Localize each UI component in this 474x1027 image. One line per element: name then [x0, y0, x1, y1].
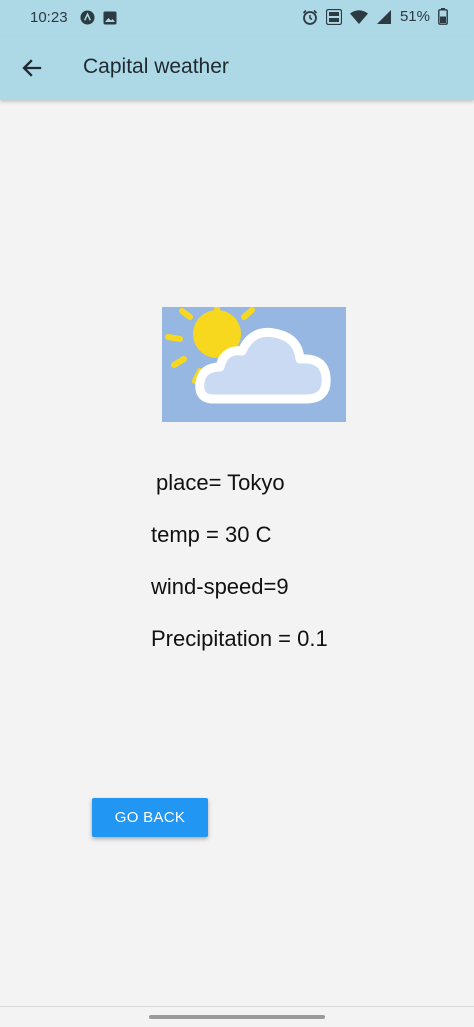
precipitation-text: Precipitation = 0.1	[151, 626, 328, 651]
signal-icon	[376, 9, 391, 24]
wifi-icon	[349, 9, 368, 24]
back-arrow-icon[interactable]	[20, 56, 44, 80]
page-title: Capital weather	[83, 55, 229, 78]
home-indicator[interactable]	[149, 1015, 325, 1019]
app-notification-icon	[80, 10, 95, 25]
status-bar: 10:23 51%	[0, 0, 474, 36]
volte-icon	[325, 8, 342, 25]
partly-cloudy-icon	[165, 307, 331, 404]
wind-speed-text: wind-speed=9	[151, 574, 289, 599]
alarm-icon	[302, 9, 318, 25]
nav-bar-divider	[0, 1006, 474, 1007]
image-notification-icon	[103, 11, 117, 24]
status-left-icons	[80, 10, 117, 25]
temperature-text: temp = 30 C	[151, 522, 272, 547]
weather-image	[162, 307, 346, 422]
status-right-icons: 51%	[302, 8, 448, 25]
battery-percentage: 51%	[399, 8, 430, 25]
app-bar: Capital weather	[0, 36, 474, 100]
battery-icon	[438, 8, 448, 25]
place-text: place= Tokyo	[156, 470, 285, 495]
status-time: 10:23	[30, 9, 68, 26]
go-back-button[interactable]: GO BACK	[92, 798, 208, 837]
